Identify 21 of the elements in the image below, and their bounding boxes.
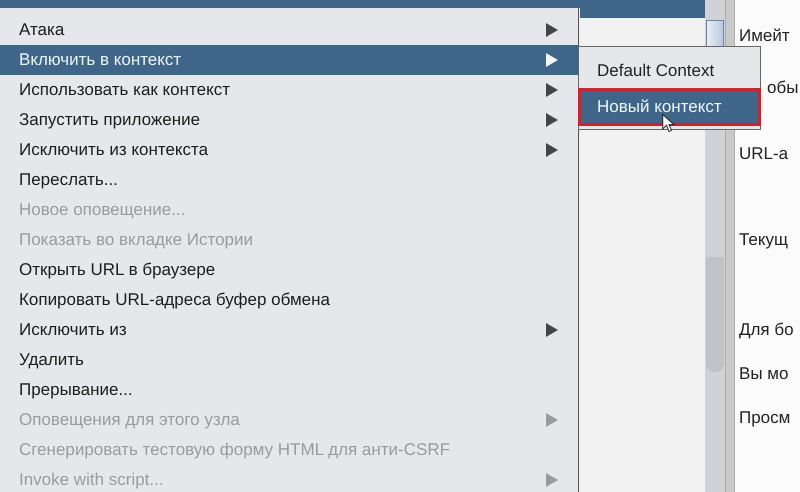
info-text: Для бо	[739, 320, 795, 340]
menu-item[interactable]: Копировать URL-адреса буфер обмена	[0, 285, 578, 315]
menu-item[interactable]: Исключить из	[0, 315, 578, 345]
info-text: URL-а	[739, 144, 790, 164]
info-text: Вы мо	[739, 364, 790, 384]
info-text: Просм	[739, 408, 792, 428]
submenu-item[interactable]: Default Context	[579, 53, 760, 89]
menu-item[interactable]: Включить в контекст	[0, 45, 578, 75]
info-text: Текущ	[739, 230, 789, 250]
menu-item[interactable]: Атака	[0, 15, 578, 45]
menu-item[interactable]: Открыть URL в браузере	[0, 255, 578, 285]
menu-item[interactable]: Исключить из контекста	[0, 135, 578, 165]
menu-item[interactable]: Переслать...	[0, 165, 578, 195]
menu-item[interactable]: Удалить	[0, 345, 578, 375]
menu-item[interactable]: Использовать как контекст	[0, 75, 578, 105]
submenu-item[interactable]: Новый контекст	[579, 89, 760, 125]
mouse-cursor-icon	[662, 114, 676, 134]
menu-item[interactable]: Прерывание...	[0, 375, 578, 405]
menu-item[interactable]: Запустить приложение	[0, 105, 578, 135]
info-text: обы	[766, 78, 800, 98]
info-text: Имейт	[739, 26, 791, 46]
